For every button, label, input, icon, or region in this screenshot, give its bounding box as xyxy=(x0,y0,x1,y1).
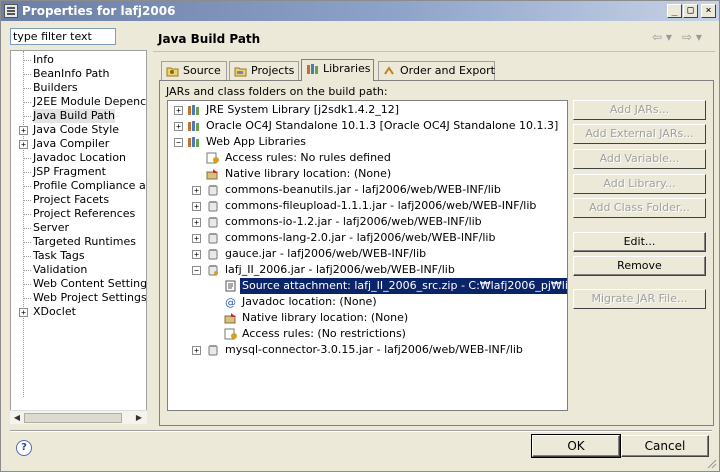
expand-icon[interactable]: + xyxy=(174,122,183,131)
jar-icon xyxy=(208,201,218,212)
collapse-icon[interactable]: − xyxy=(192,266,201,275)
library-icon xyxy=(188,121,199,131)
library-icon xyxy=(188,105,199,115)
window-title: Properties for lafj2006 xyxy=(22,4,176,18)
add-library-button[interactable]: Add Library... xyxy=(573,174,706,194)
access-rules-icon xyxy=(224,328,237,340)
source-attachment-icon xyxy=(225,280,236,292)
jar-icon xyxy=(208,345,218,356)
expand-icon[interactable]: + xyxy=(192,250,201,259)
jar-icon xyxy=(208,249,218,260)
properties-dialog: Properties for lafj2006 _ □ × Info BeanI… xyxy=(0,0,720,472)
jar-icon xyxy=(208,185,218,196)
ok-button[interactable]: OK xyxy=(531,434,621,458)
add-class-folder-button[interactable]: Add Class Folder... xyxy=(573,198,706,218)
expand-icon[interactable]: + xyxy=(19,126,28,135)
jar-icon xyxy=(208,233,218,244)
back-arrow-icon[interactable]: ⇦ ▾ xyxy=(652,30,672,44)
jar-icon xyxy=(208,217,218,228)
filter-input[interactable] xyxy=(10,28,116,45)
tab-order-and-export[interactable]: Order and Export xyxy=(378,61,495,80)
panel-label: JARs and class folders on the build path… xyxy=(166,85,388,98)
forward-arrow-icon[interactable]: ⇨ ▾ xyxy=(682,30,702,44)
jar-icon xyxy=(208,265,218,276)
javadoc-icon: @ xyxy=(225,296,236,308)
build-path-tree[interactable]: + JRE System Library [j2sdk1.4.2_12] + O… xyxy=(167,100,568,411)
edit-button[interactable]: Edit... xyxy=(573,232,706,252)
expand-icon[interactable]: + xyxy=(19,308,28,317)
order-export-icon xyxy=(384,66,394,75)
scroll-left-icon[interactable]: ◀ xyxy=(11,412,23,424)
expand-icon[interactable]: + xyxy=(192,202,201,211)
collapse-icon[interactable]: − xyxy=(174,138,183,147)
tab-projects[interactable]: Projects xyxy=(229,61,299,80)
title-bar[interactable]: Properties for lafj2006 _ □ × xyxy=(1,1,719,21)
help-icon[interactable]: ? xyxy=(16,440,32,456)
add-external-jars-button[interactable]: Add External JARs... xyxy=(573,124,706,144)
page-title: Java Build Path xyxy=(158,32,261,46)
native-library-icon xyxy=(206,169,218,180)
library-icon xyxy=(307,64,318,74)
expand-icon[interactable]: + xyxy=(19,140,28,149)
scroll-right-icon[interactable]: ▶ xyxy=(133,412,145,424)
source-folder-icon xyxy=(166,67,179,77)
library-icon xyxy=(188,137,199,147)
maximize-button[interactable]: □ xyxy=(683,4,698,18)
native-library-icon xyxy=(224,313,236,324)
expand-icon[interactable]: + xyxy=(174,106,183,115)
tab-libraries[interactable]: Libraries xyxy=(301,59,374,81)
cancel-button[interactable]: Cancel xyxy=(621,435,709,457)
resize-grip-icon[interactable] xyxy=(705,457,717,469)
divider xyxy=(153,51,715,52)
project-icon xyxy=(234,67,247,77)
expand-icon[interactable]: + xyxy=(192,346,201,355)
close-button[interactable]: × xyxy=(701,4,716,18)
minimize-button[interactable]: _ xyxy=(667,4,682,18)
expand-icon[interactable]: + xyxy=(192,186,201,195)
scrollbar-thumb[interactable] xyxy=(24,413,122,423)
add-jars-button[interactable]: Add JARs... xyxy=(573,100,706,120)
expand-icon[interactable]: + xyxy=(192,234,201,243)
remove-button[interactable]: Remove xyxy=(573,256,706,276)
svg-text:@: @ xyxy=(225,296,236,308)
divider xyxy=(10,430,712,432)
horizontal-scrollbar[interactable]: ◀ ▶ xyxy=(10,410,147,424)
property-page-tree[interactable]: Info BeanInfo Path Builders J2EE Module … xyxy=(10,50,147,424)
tab-source[interactable]: Source xyxy=(161,61,227,80)
access-rules-icon xyxy=(206,152,219,164)
expand-icon[interactable]: + xyxy=(192,218,201,227)
add-variable-button[interactable]: Add Variable... xyxy=(573,149,706,169)
window-menu-icon[interactable] xyxy=(4,4,18,18)
migrate-jar-button[interactable]: Migrate JAR File... xyxy=(573,289,706,309)
